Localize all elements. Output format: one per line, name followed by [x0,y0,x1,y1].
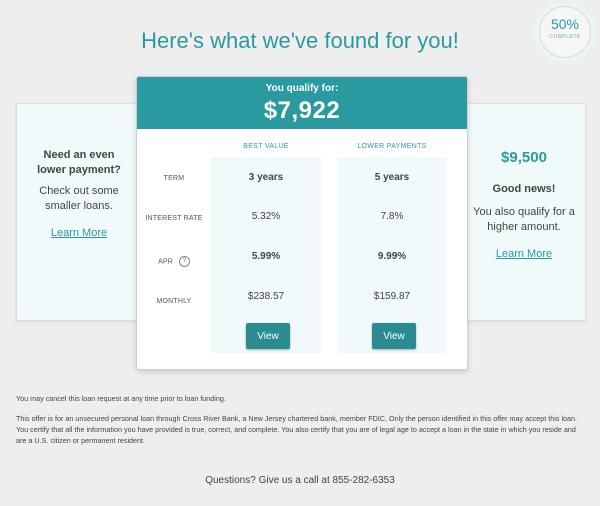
loan-disclaimer: This offer is for an unsecured personal … [16,414,578,445]
best-value-monthly: $238.57 [247,291,285,302]
best-value-interest: 5.32% [251,211,281,222]
smaller-loans-learn-more-link[interactable]: Learn More [51,227,107,239]
term-label: TERM [163,175,185,182]
lower-payments-interest: 7.8% [380,211,404,222]
best-value-heading: BEST VALUE [243,143,289,150]
apr-label: APR [158,258,173,266]
lower-payments-apr: 9.99% [377,251,407,262]
contact-phone-text: Questions? Give us a call at 855-282-635… [205,475,395,486]
view-best-value-button[interactable]: View [246,323,290,349]
smaller-loans-body: Check out some smaller loans. [39,185,119,212]
smaller-loans-title: Need an even lower payment? [37,149,121,176]
best-value-apr: 5.99% [251,251,281,262]
offer-header: You qualify for: $7,922 [137,77,467,129]
cancel-disclaimer: You may cancel this loan request at any … [16,394,226,403]
qualify-label: You qualify for: [265,83,339,94]
lower-payments-heading: LOWER PAYMENTS [357,143,427,150]
offer-card: You qualify for: $7,922 BEST VALUE LOWER… [136,76,468,370]
help-icon[interactable]: ? [179,256,190,267]
higher-amount-learn-more-link[interactable]: Learn More [496,248,552,260]
higher-amount-value: $9,500 [501,149,547,166]
higher-amount-title: Good news! [492,183,556,195]
interest-rate-label: INTEREST RATE [145,215,203,222]
view-lower-payments-button[interactable]: View [372,323,416,349]
apr-label-row: APR? [137,256,211,267]
monthly-label: MONTHLY [156,298,192,305]
lower-payments-term: 5 years [374,172,410,183]
page-title: Here's what we've found for you! [141,28,459,53]
best-value-term: 3 years [248,172,284,183]
smaller-loans-card: Need an even lower payment? Check out so… [16,103,142,321]
qualify-amount: $7,922 [263,97,341,124]
lower-payments-monthly: $159.87 [373,291,411,302]
higher-amount-card: $9,500 Good news! You also qualify for a… [462,103,586,321]
higher-amount-body: You also qualify for a higher amount. [473,206,575,233]
